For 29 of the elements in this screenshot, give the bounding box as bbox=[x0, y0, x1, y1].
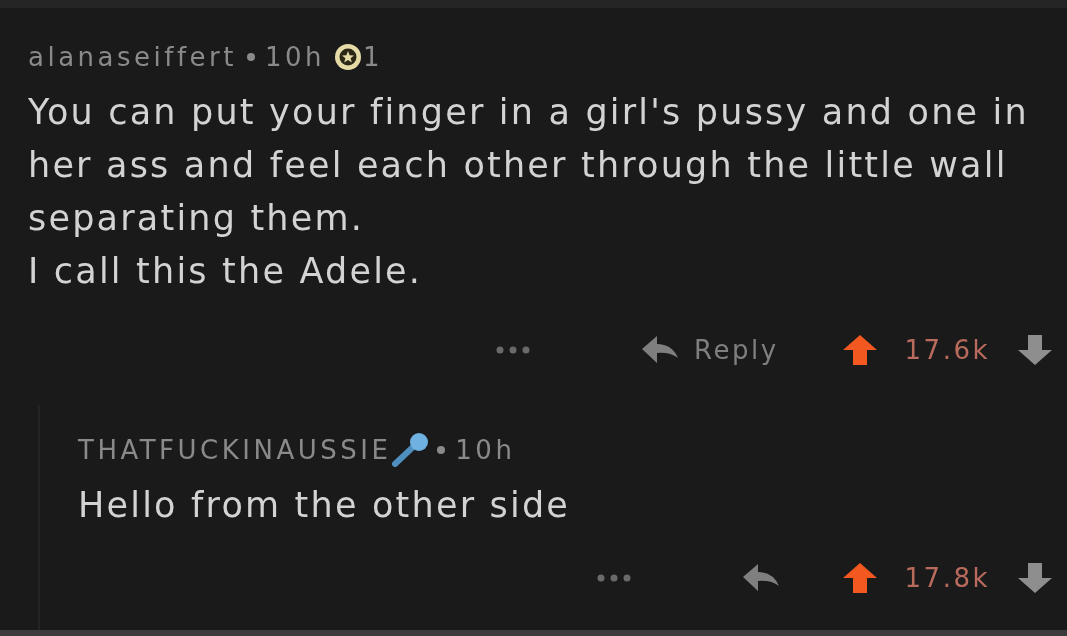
more-options-button[interactable] bbox=[596, 574, 631, 582]
username[interactable]: alanaseiffert bbox=[28, 42, 237, 72]
award-count: 1 bbox=[363, 42, 384, 72]
downvote-button[interactable] bbox=[1018, 335, 1052, 365]
more-options-button[interactable] bbox=[496, 346, 531, 354]
upvote-button[interactable] bbox=[842, 335, 877, 365]
ellipsis-icon bbox=[596, 574, 631, 582]
left-arrow-icon bbox=[742, 564, 779, 592]
reply-button[interactable]: Reply bbox=[642, 335, 779, 365]
comment-text: Hello from the other side bbox=[78, 484, 572, 527]
ellipsis-icon bbox=[496, 346, 531, 354]
comment-text: You can put your finger in a girl's pussy and one in her ass and feel each other through the little wall separating them. bbox=[28, 91, 1030, 240]
upvote-button[interactable] bbox=[842, 563, 877, 593]
downvote-button[interactable] bbox=[1018, 563, 1052, 593]
left-arrow-icon bbox=[642, 336, 679, 364]
vote-score: 17.6k bbox=[904, 335, 990, 365]
star-award-icon bbox=[335, 44, 361, 70]
up-arrow-icon bbox=[842, 563, 877, 593]
username[interactable]: THATFUCKINAUSSIE bbox=[78, 435, 392, 465]
timestamp: 10h bbox=[264, 42, 325, 72]
vote-score: 17.8k bbox=[904, 563, 990, 593]
bullet-icon bbox=[437, 446, 446, 454]
down-arrow-icon bbox=[1018, 335, 1052, 365]
bullet-icon bbox=[246, 53, 255, 61]
timestamp: 10h bbox=[455, 435, 516, 465]
up-arrow-icon bbox=[842, 335, 877, 365]
down-arrow-icon bbox=[1018, 563, 1052, 593]
reply-button[interactable] bbox=[742, 564, 779, 592]
comment-text: I call this the Adele. bbox=[28, 250, 424, 293]
